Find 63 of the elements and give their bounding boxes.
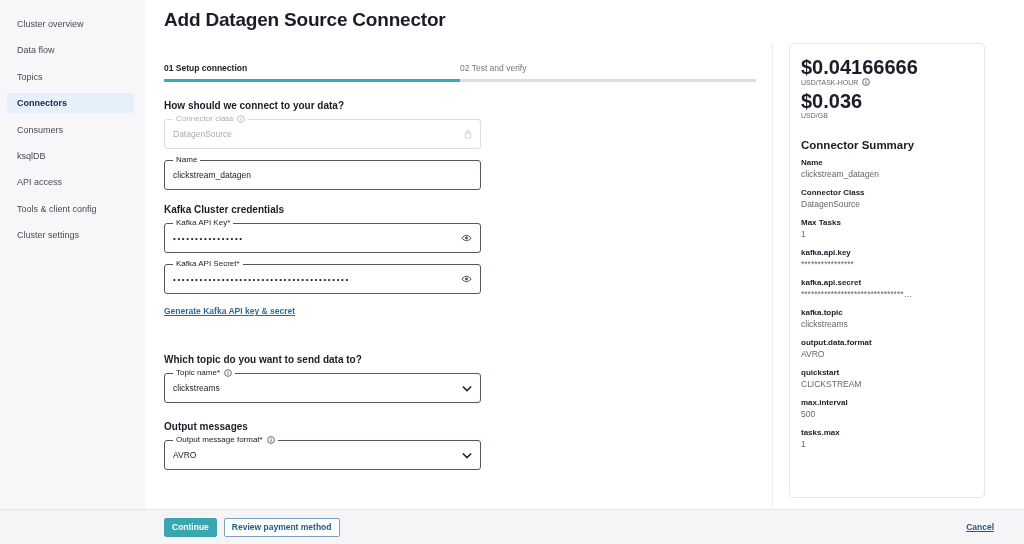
field-value: AVRO (173, 450, 197, 460)
field-label: Kafka API Key* (176, 218, 231, 228)
summary-label: Max Tasks (801, 217, 842, 228)
summary-label: Connector Class (801, 187, 866, 198)
nav-item[interactable]: API access (7, 172, 134, 193)
generate-key-link[interactable]: Generate Kafka API key & secret (164, 306, 296, 316)
summary-label: quickstart (801, 367, 841, 378)
summary-value: clickstreams (801, 318, 849, 331)
summary-title: Connector Summary (801, 139, 916, 151)
section-heading: Kafka Cluster credentials (164, 204, 286, 215)
section-heading: How should we connect to your data? (164, 100, 345, 111)
field-value: • • • • • • • • • • • • • • • • (173, 233, 242, 243)
summary-value: **************** (801, 258, 855, 271)
summary-label: Name (801, 157, 824, 168)
summary-value: 1 (801, 228, 807, 241)
review-payment-button[interactable]: Review payment method (223, 517, 340, 537)
summary-label: output.data.format (801, 337, 873, 348)
cancel-link[interactable]: Cancel (966, 522, 994, 532)
nav-item[interactable]: Connectors (7, 93, 134, 114)
nav-item[interactable]: ksqlDB (7, 145, 134, 166)
field-label: Topic name* (176, 368, 221, 378)
field-label: Kafka API Secret* (176, 259, 240, 269)
nav-item[interactable]: Cluster overview (7, 14, 134, 34)
field-value: • • • • • • • • • • • • • • • • • • • • • • • • • • • • • • • • • • • • • • • • (173, 274, 349, 284)
page-title: Add Datagen Source Connector (164, 9, 447, 31)
summary-label: kafka.api.key (801, 247, 852, 258)
eye-icon[interactable] (461, 275, 472, 283)
section-heading: Output messages (164, 421, 249, 432)
nav-item[interactable]: Data flow (7, 40, 134, 61)
chevron-down-icon[interactable] (462, 384, 472, 392)
nav-item[interactable]: Topics (7, 66, 134, 87)
price-amount: $0.036 (801, 90, 864, 112)
nav-item[interactable]: Cluster settings (7, 225, 134, 246)
summary-value: *******************************… (801, 288, 914, 301)
nav-item[interactable]: Tools & client config (7, 198, 134, 219)
summary-value: DatagenSource (801, 198, 862, 211)
summary-value: AVRO (801, 348, 826, 361)
field-label: Output message format* (176, 435, 263, 445)
nav-item[interactable]: Consumers (7, 119, 134, 140)
price-amount: $0.04166666 (801, 56, 919, 78)
chevron-down-icon[interactable] (462, 451, 472, 459)
input-field[interactable]: Kafka API Secret* • • • • • • • • • • • • • • • • • • • • • • • • • • • • • • • • • • • • • • • • (164, 259, 481, 294)
summary-label: kafka.topic (801, 307, 844, 318)
lock-icon (464, 129, 472, 139)
summary-value: CLICKSTREAM (801, 378, 863, 391)
step-tab[interactable]: 02 Test and verify (460, 63, 756, 79)
dropdown[interactable]: Output message format* AVRO (164, 435, 481, 470)
summary-value: 500 (801, 408, 817, 421)
field-value: clickstream_datagen (173, 170, 251, 180)
step-tab[interactable]: 01 Setup connection (164, 63, 460, 79)
summary-label: tasks.max (801, 427, 841, 438)
input-field[interactable]: Kafka API Key* • • • • • • • • • • • • • • • • (164, 218, 481, 253)
summary-label: max.interval (801, 397, 849, 408)
summary-value: 1 (801, 438, 807, 451)
field-label: Connector class (176, 114, 234, 124)
summary-label: kafka.api.secret (801, 277, 863, 288)
section-heading: Which topic do you want to send data to? (164, 354, 363, 365)
eye-icon[interactable] (461, 234, 472, 242)
summary-value: clickstream_datagen (801, 168, 880, 181)
field-label: Name (176, 155, 198, 165)
dropdown[interactable]: Topic name* clickstreams (164, 368, 481, 403)
field-value: clickstreams (173, 383, 220, 393)
input-field[interactable]: Name clickstream_datagen (164, 155, 481, 190)
